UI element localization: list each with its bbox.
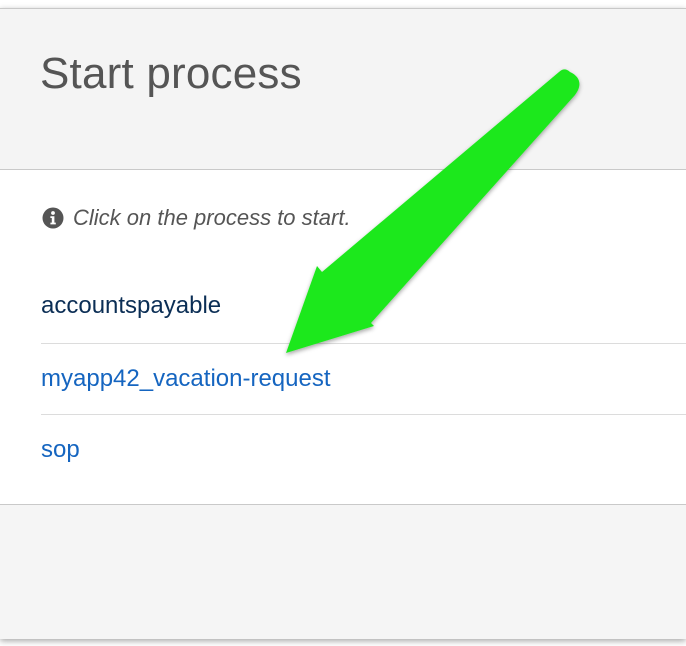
dialog-header: Start process <box>0 9 686 170</box>
process-list: accountspayable myapp42_vacation-request… <box>41 269 686 485</box>
process-item-myapp42-vacation-request[interactable]: myapp42_vacation-request <box>41 344 686 415</box>
hint-text: Click on the process to start. <box>73 205 351 230</box>
dialog-body: Click on the process to start. accountsp… <box>0 170 686 505</box>
dialog-title: Start process <box>40 49 302 98</box>
hint-text-row: Click on the process to start. <box>42 205 351 231</box>
start-process-dialog: Start process Click on the process to st… <box>0 8 686 639</box>
process-item-sop[interactable]: sop <box>41 415 686 485</box>
info-circle-icon <box>42 207 64 229</box>
process-item-accountspayable[interactable]: accountspayable <box>41 269 686 344</box>
